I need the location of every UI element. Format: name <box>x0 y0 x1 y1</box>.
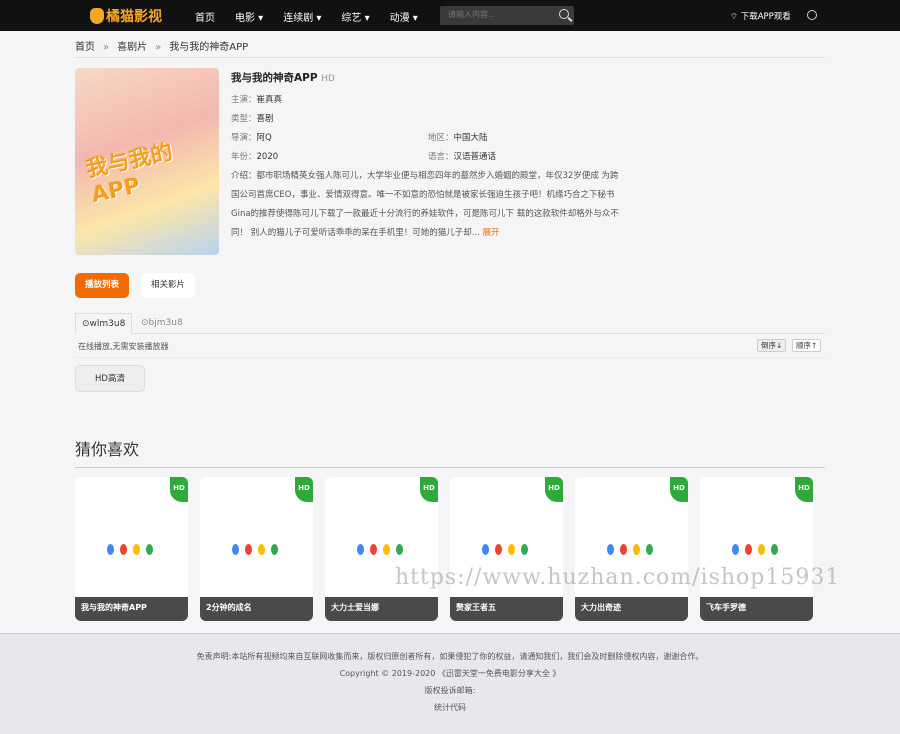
movie-poster[interactable]: 我与我的APP <box>75 68 219 255</box>
history-clock-icon[interactable] <box>807 10 817 20</box>
complaint-email: 版权投诉邮箱: <box>424 686 476 695</box>
related-tab-button[interactable]: 相关影片 <box>141 273 195 298</box>
quality-tag: HD <box>321 74 335 84</box>
breadcrumb-current: 我与我的神奇APP <box>169 42 249 53</box>
movie-info: 我与我的神奇APP HD 主演： 崔真真 类型： 喜剧 导演：阿Q 地区：中国大陆 年… <box>231 70 626 243</box>
recommend-card[interactable]: HD 我与我的神奇APP <box>75 477 188 621</box>
loading-dots-icon <box>732 544 778 555</box>
download-app-link[interactable]: ⌔ 下载APP观看 <box>730 10 791 22</box>
hd-badge: HD <box>545 477 563 502</box>
search-box <box>440 6 574 25</box>
divider <box>75 357 825 358</box>
loading-dots-icon <box>607 544 653 555</box>
loading-dots-icon <box>107 544 153 555</box>
copyright: Copyright © 2019-2020 《迅雷天堂一免费电影分享大全 》 <box>339 669 561 678</box>
nav-variety[interactable]: 综艺 ▾ <box>341 9 369 24</box>
loading-dots-icon <box>357 544 403 555</box>
source-tab-bjm3u8[interactable]: ⊙bjm3u8 <box>135 313 189 334</box>
divider <box>75 57 825 58</box>
recommend-card[interactable]: HD 赘家王者五 <box>450 477 563 621</box>
genre[interactable]: 喜剧 <box>257 110 274 129</box>
wifi-icon: ⌔ <box>730 12 741 22</box>
playlist-tab-button[interactable]: 播放列表 <box>75 273 129 298</box>
director[interactable]: 阿Q <box>257 133 272 143</box>
recommend-card[interactable]: HD 飞车手罗德 <box>700 477 813 621</box>
site-logo[interactable]: 橘猫影视 <box>90 6 162 26</box>
sort-asc-button[interactable]: 顺序↑ <box>792 339 822 352</box>
disclaimer: 免责声明:本站所有视频均来自互联网收集而来，版权归原创者所有，如果侵犯了你的权益… <box>196 652 704 661</box>
nav-movies[interactable]: 电影 ▾ <box>235 9 263 24</box>
play-circle-icon: ⊙ <box>82 319 90 329</box>
recommend-list: HD 我与我的神奇APP HD 2分钟的成名 HD 大力士爱当娜 HD 赘家王者五 HD… <box>75 477 813 621</box>
search-input[interactable] <box>440 6 550 23</box>
search-icon[interactable] <box>559 9 569 19</box>
top-navbar: 橘猫影视 首页 电影 ▾ 连续剧 ▾ 综艺 ▾ 动漫 ▾ ⌔ 下载APP观看 <box>0 0 900 31</box>
breadcrumb-category[interactable]: 喜剧片 <box>117 42 147 53</box>
movie-title: 我与我的神奇APP HD <box>231 72 335 84</box>
nav-anime[interactable]: 动漫 ▾ <box>390 9 418 24</box>
card-title: 2分钟的成名 <box>200 597 313 621</box>
language: 汉语普通话 <box>453 152 497 162</box>
card-title: 赘家王者五 <box>450 597 563 621</box>
hd-badge: HD <box>795 477 813 502</box>
nav-home[interactable]: 首页 <box>195 9 215 24</box>
expand-link[interactable]: 展开 <box>483 228 500 238</box>
card-title: 飞车手罗德 <box>700 597 813 621</box>
card-title: 大力出奇迹 <box>575 597 688 621</box>
actor[interactable]: 崔真真 <box>257 91 283 110</box>
recommend-card[interactable]: HD 大力出奇迹 <box>575 477 688 621</box>
loading-dots-icon <box>232 544 278 555</box>
episode-hd-button[interactable]: HD高清 <box>75 365 145 392</box>
nav-series[interactable]: 连续剧 ▾ <box>283 9 321 24</box>
card-title: 大力士爱当娜 <box>325 597 438 621</box>
watermark: https://www.huzhan.com/ishop15931 <box>395 565 841 590</box>
play-note: 在线播放,无需安装播放器 <box>78 342 169 351</box>
sort-desc-button[interactable]: 倒序↓ <box>757 339 787 352</box>
play-circle-icon: ⊙ <box>141 318 149 328</box>
loading-dots-icon <box>482 544 528 555</box>
section-title: 猜你喜欢 <box>75 440 140 459</box>
source-tab-wlm3u8[interactable]: ⊙wlm3u8 <box>75 313 133 334</box>
hd-badge: HD <box>670 477 688 502</box>
footer: 免责声明:本站所有视频均来自互联网收集而来，版权归原创者所有，如果侵犯了你的权益… <box>0 633 900 734</box>
year: 2020 <box>256 152 279 162</box>
hd-badge: HD <box>170 477 188 502</box>
divider <box>75 467 825 468</box>
hd-badge: HD <box>420 477 438 502</box>
movie-description: 介绍：都市职场精英女强人陈可儿，大学毕业便与相恋四年的墓然步入婚姻的殿堂，年仅3… <box>231 171 619 238</box>
card-title: 我与我的神奇APP <box>75 597 188 621</box>
recommend-card[interactable]: HD 2分钟的成名 <box>200 477 313 621</box>
source-tabs: ⊙wlm3u8 ⊙bjm3u8 <box>75 313 825 334</box>
cat-logo-icon <box>90 8 104 24</box>
hd-badge: HD <box>295 477 313 502</box>
recommend-card[interactable]: HD 大力士爱当娜 <box>325 477 438 621</box>
breadcrumb: 首页» 喜剧片» 我与我的神奇APP <box>75 42 249 53</box>
stats-code: 统计代码 <box>434 703 466 712</box>
breadcrumb-home[interactable]: 首页 <box>75 42 95 53</box>
region: 中国大陆 <box>453 133 488 143</box>
